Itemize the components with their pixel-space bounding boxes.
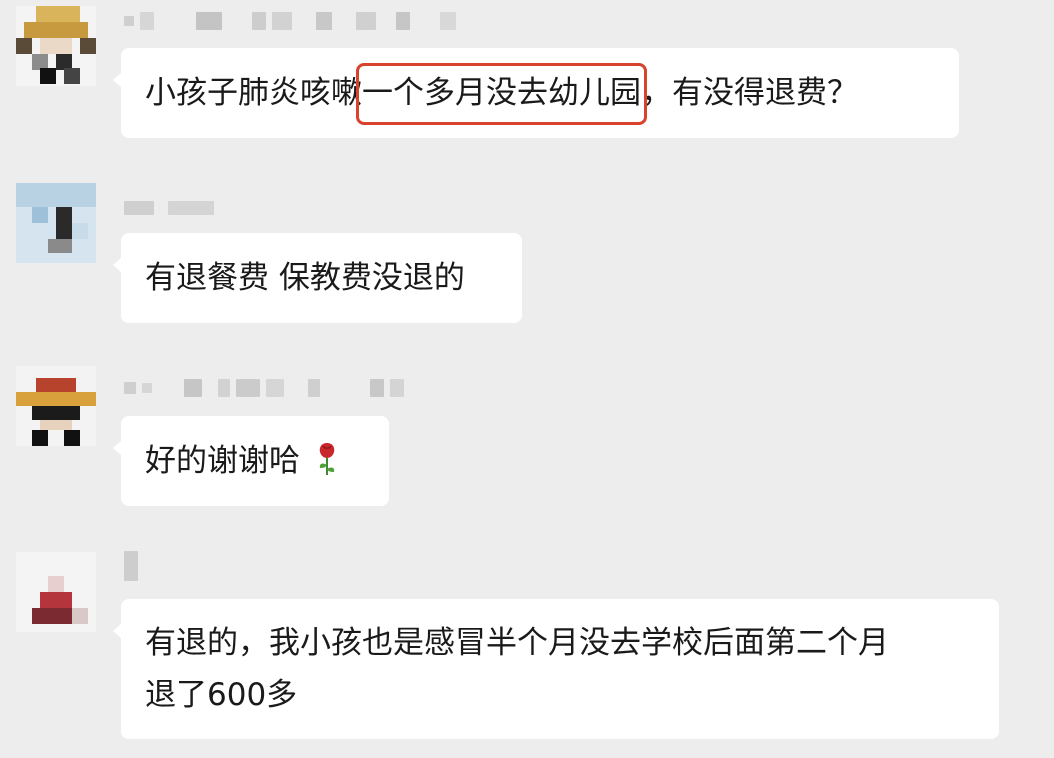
message-text-line-1: 有退的，我小孩也是感冒半个月没去学校后面第二个月 — [145, 625, 889, 661]
message-bubble[interactable]: 有退的，我小孩也是感冒半个月没去学校后面第二个月 退了600多 — [113, 599, 999, 739]
avatar[interactable] — [16, 366, 96, 446]
avatar[interactable] — [16, 183, 96, 263]
message-text: 小孩子肺炎咳嗽 — [145, 75, 362, 111]
sender-name — [124, 193, 220, 223]
avatar[interactable] — [16, 552, 96, 632]
rose-emoji — [319, 443, 335, 475]
message-text: ，有没得退费？ — [641, 75, 858, 111]
message-bubble[interactable]: 有退餐费 保教费没退的 — [113, 233, 522, 323]
message-text: 好的谢谢哈 — [145, 443, 300, 479]
sender-name — [124, 6, 462, 36]
message-bubble[interactable]: 好的谢谢哈 — [113, 416, 389, 506]
sender-name — [124, 551, 144, 581]
chat-window: 小孩子肺炎咳嗽一个多月没去幼儿园，有没得退费？ 有退餐费 保教费没退的 好的谢谢… — [0, 0, 1054, 758]
message-bubble[interactable]: 小孩子肺炎咳嗽一个多月没去幼儿园，有没得退费？ — [113, 48, 959, 138]
message-text-line-2: 退了600多 — [145, 677, 298, 713]
highlighted-text: 一个多月没去幼儿园 — [356, 63, 647, 125]
sender-name — [124, 373, 410, 403]
avatar[interactable] — [16, 6, 96, 86]
message-text: 有退餐费 保教费没退的 — [145, 260, 465, 296]
